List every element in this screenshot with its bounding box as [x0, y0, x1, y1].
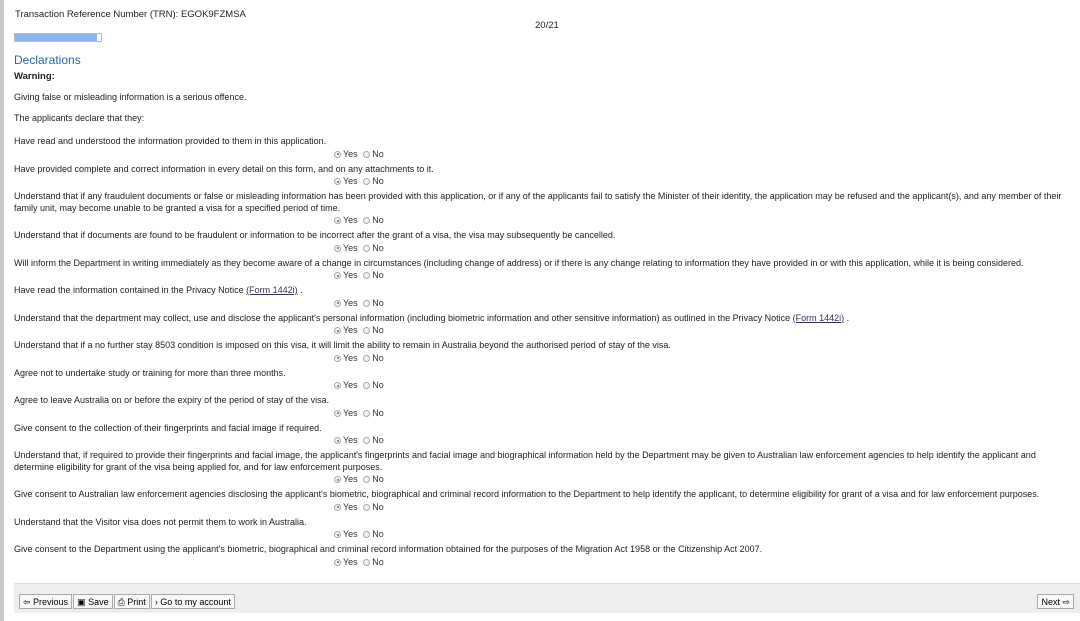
yes-radio[interactable] [334, 178, 341, 185]
declaration-text: Agree to leave Australia on or before th… [14, 395, 330, 405]
declaration-text: Have provided complete and correct infor… [14, 163, 434, 174]
privacy-notice-link[interactable]: (Form 1442i) [246, 285, 298, 295]
declaration-item: Understand that if documents are found t… [14, 230, 1078, 254]
no-radio[interactable] [363, 437, 371, 444]
declaration-item: Have provided complete and correct infor… [14, 164, 1078, 188]
declaration-item: Agree not to undertake study or training… [14, 368, 1078, 392]
no-radio[interactable] [363, 150, 371, 158]
next-button[interactable]: Next ⇨ [1037, 594, 1074, 609]
yes-no-group: Yes No [334, 501, 1078, 513]
yes-radio[interactable] [334, 437, 341, 444]
no-radio[interactable] [363, 382, 371, 389]
yes-radio[interactable] [334, 476, 341, 483]
page-counter: 20/21 [535, 20, 559, 31]
declaration-text: Understand that the department may colle… [14, 312, 850, 323]
declarations-list: Have read and understood the information… [14, 136, 1078, 572]
declaration-item: Understand that, if required to provide … [14, 450, 1078, 485]
declaration-text: Have read the information contained in t… [14, 285, 303, 295]
declaration-text: Understand that if a no further stay 850… [14, 340, 671, 350]
no-radio[interactable] [363, 272, 371, 279]
declaration-item: Have read and understood the information… [14, 136, 1078, 160]
declaration-item: Have read the information contained in t… [14, 285, 1078, 309]
trn-label: Transaction Reference Number (TRN): EGOK… [15, 9, 246, 20]
yes-radio[interactable] [334, 244, 341, 252]
no-radio[interactable] [363, 503, 371, 511]
yes-no-group: Yes No [334, 324, 1078, 336]
no-radio[interactable] [363, 354, 371, 362]
no-radio[interactable] [363, 327, 371, 334]
yes-no-group: Yes No [334, 528, 1078, 540]
yes-radio[interactable] [334, 327, 341, 334]
yes-radio[interactable] [334, 272, 341, 279]
yes-radio[interactable] [334, 409, 341, 417]
no-radio[interactable] [363, 409, 371, 417]
yes-radio[interactable] [334, 382, 341, 389]
declaration-text: Have read and understood the information… [14, 136, 327, 146]
declaration-text: Give consent to the collection of their … [14, 422, 322, 433]
declaration-text: Understand that if documents are found t… [14, 230, 616, 240]
no-radio[interactable] [363, 299, 371, 307]
declare-intro: The applicants declare that they: [14, 113, 145, 123]
declaration-text: Give consent to Australian law enforceme… [14, 489, 1040, 499]
warning-text: Giving false or misleading information i… [14, 92, 247, 102]
declaration-item: Understand that the Visitor visa does no… [14, 517, 1078, 541]
progress-bar [14, 33, 102, 42]
yes-radio[interactable] [334, 558, 341, 566]
declaration-text: Understand that if any fraudulent docume… [14, 191, 1062, 213]
yes-no-group: Yes No [334, 297, 1078, 309]
yes-radio[interactable] [334, 531, 341, 538]
declaration-item: Give consent to the Department using the… [14, 544, 1078, 568]
yes-no-group: Yes No [334, 434, 1078, 446]
no-radio[interactable] [363, 244, 371, 252]
left-border [0, 0, 4, 621]
no-radio[interactable] [363, 476, 371, 483]
previous-button[interactable]: ⇦ Previous [19, 594, 73, 609]
print-button[interactable]: ⎙ Print [113, 594, 150, 609]
yes-radio[interactable] [334, 503, 341, 511]
section-title: Declarations [14, 53, 81, 67]
declaration-item: Understand that if a no further stay 850… [14, 340, 1078, 364]
no-radio[interactable] [363, 178, 371, 185]
declaration-item: Will inform the Department in writing im… [14, 258, 1078, 282]
no-radio[interactable] [363, 531, 371, 538]
yes-radio[interactable] [334, 217, 341, 224]
yes-no-group: Yes No [334, 214, 1078, 226]
declaration-text: Agree not to undertake study or training… [14, 367, 286, 378]
privacy-notice-link[interactable]: (Form 1442i) [793, 313, 845, 323]
declaration-text: Give consent to the Department using the… [14, 544, 763, 554]
declaration-text: Will inform the Department in writing im… [14, 257, 1024, 268]
yes-no-group: Yes No [334, 556, 1078, 568]
yes-radio[interactable] [334, 354, 341, 362]
yes-no-group: Yes No [334, 175, 1078, 187]
no-radio[interactable] [363, 558, 371, 566]
declaration-item: Understand that the department may colle… [14, 313, 1078, 337]
yes-no-group: Yes No [334, 242, 1078, 254]
yes-radio[interactable] [334, 150, 341, 158]
yes-no-group: Yes No [334, 269, 1078, 281]
declaration-text: Understand that, if required to provide … [14, 450, 1036, 472]
go-to-account-button[interactable]: › Go to my account [150, 594, 235, 609]
yes-no-group: Yes No [334, 379, 1078, 391]
declaration-text: Understand that the Visitor visa does no… [14, 516, 307, 527]
declaration-item: Give consent to Australian law enforceme… [14, 489, 1078, 513]
button-bar: ⇦ Previous ▣ Save ⎙ Print › Go to my acc… [14, 583, 1080, 613]
yes-no-group: Yes No [334, 473, 1078, 485]
warning-label: Warning: [14, 71, 55, 82]
yes-no-group: Yes No [334, 352, 1078, 364]
progress-fill [15, 34, 97, 41]
no-radio[interactable] [363, 217, 371, 224]
yes-no-group: Yes No [334, 407, 1078, 419]
yes-radio[interactable] [334, 299, 341, 307]
declaration-item: Understand that if any fraudulent docume… [14, 191, 1078, 226]
declaration-item: Give consent to the collection of their … [14, 423, 1078, 447]
yes-no-group: Yes No [334, 148, 1078, 160]
save-button[interactable]: ▣ Save [73, 594, 113, 609]
declaration-item: Agree to leave Australia on or before th… [14, 395, 1078, 419]
